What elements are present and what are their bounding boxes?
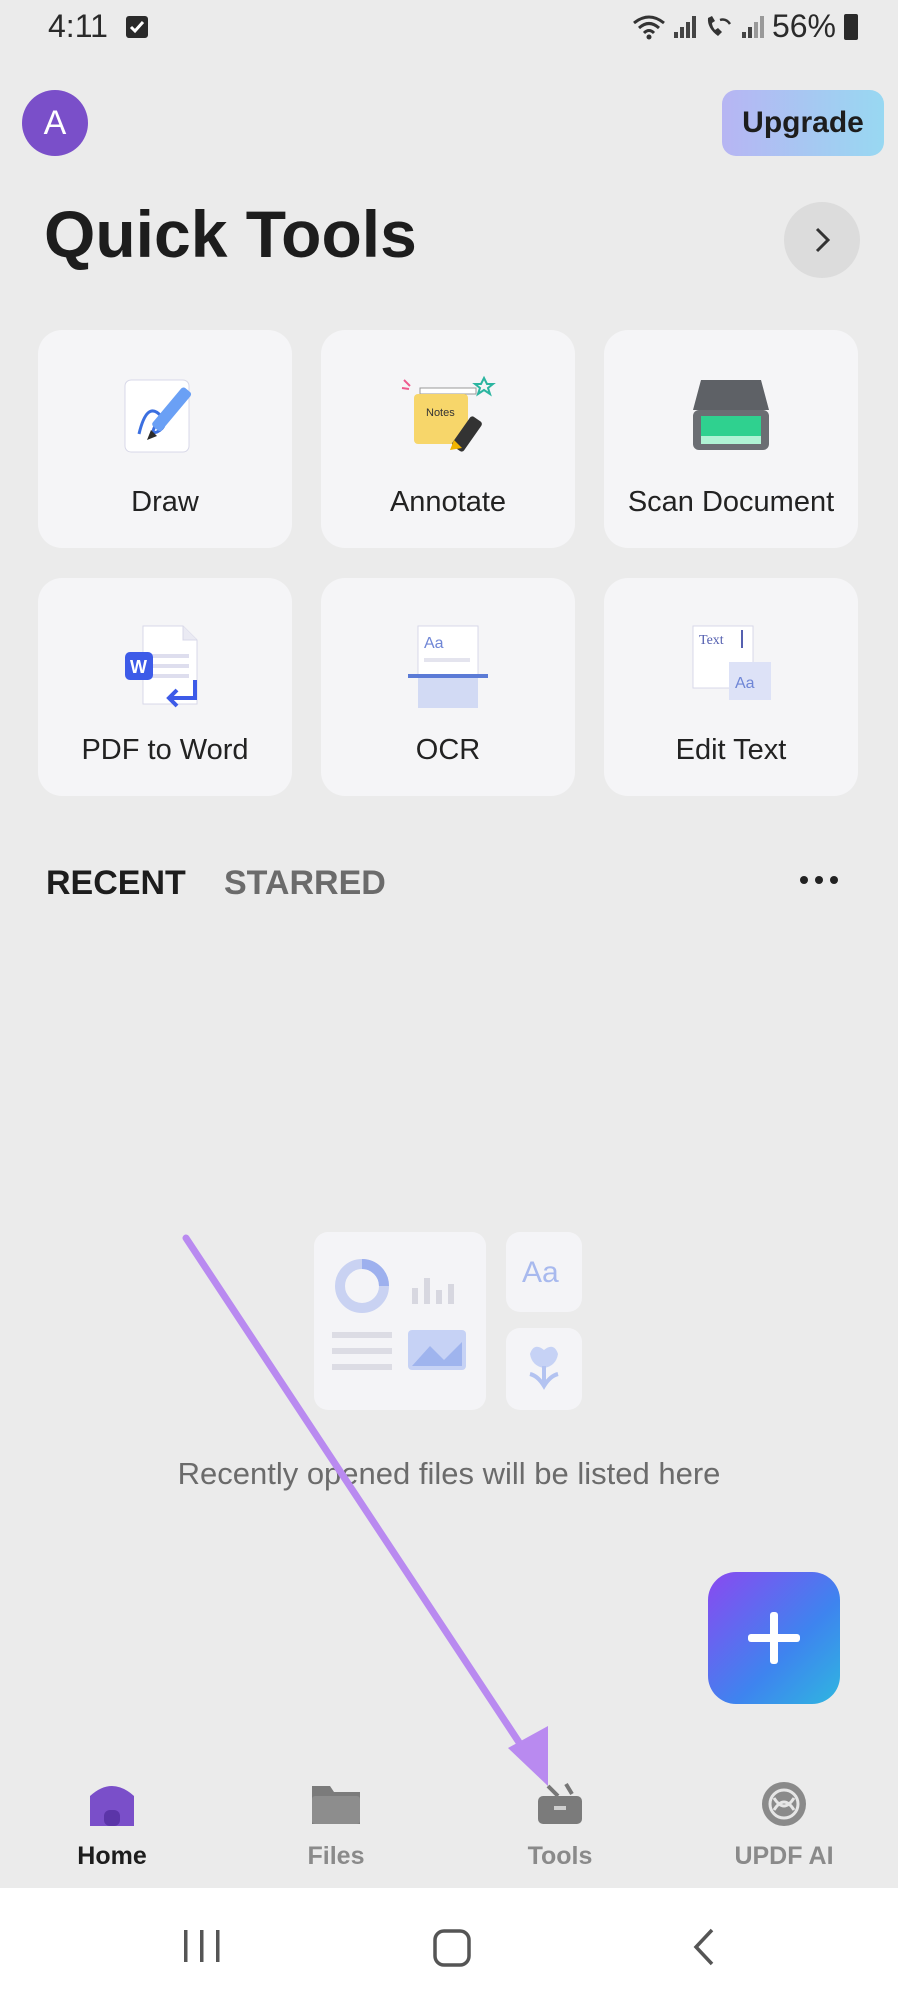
wifi-icon xyxy=(633,15,665,39)
tool-label: PDF to Word xyxy=(81,734,249,766)
quick-tools-more-button[interactable] xyxy=(784,202,860,278)
scanner-icon xyxy=(693,380,769,450)
empty-state-illustration: Aa xyxy=(314,1232,582,1410)
tab-starred[interactable]: STARRED xyxy=(224,864,386,903)
tool-annotate[interactable]: Notes Annotate xyxy=(321,330,575,548)
empty-aa-text: Aa xyxy=(522,1256,559,1289)
page-title: Quick Tools xyxy=(44,197,417,271)
ocr-icon: Aa xyxy=(408,625,488,708)
ai-icon xyxy=(762,1782,806,1826)
back-icon[interactable] xyxy=(688,1926,718,1968)
toolbox-icon xyxy=(538,1782,582,1824)
tool-pdf-to-word[interactable]: W PDF to Word xyxy=(38,578,292,796)
tool-scan-document[interactable]: Scan Document xyxy=(604,330,858,548)
pdf-to-word-icon: W xyxy=(125,625,198,708)
avatar[interactable]: A xyxy=(22,90,88,156)
edit-text-label: Text xyxy=(699,633,724,648)
empty-state-message: Recently opened files will be listed her… xyxy=(177,1456,721,1491)
nav-label: UPDF AI xyxy=(734,1842,834,1870)
tool-label: OCR xyxy=(415,734,481,766)
annotate-icon: Notes xyxy=(401,375,496,452)
ocr-aa-text: Aa xyxy=(424,635,444,652)
system-nav-bar xyxy=(0,1888,898,1999)
nav-label: Tools xyxy=(527,1842,593,1870)
signal-icon xyxy=(673,15,696,38)
nav-label: Home xyxy=(77,1842,147,1870)
home-nav-icon[interactable] xyxy=(432,1928,472,1968)
plus-icon xyxy=(748,1612,800,1664)
battery-icon xyxy=(844,13,858,40)
draw-icon xyxy=(124,379,192,453)
recent-apps-icon[interactable] xyxy=(180,1928,226,1964)
battery-percent: 56% xyxy=(771,8,836,44)
folder-icon xyxy=(312,1786,360,1824)
tab-recent[interactable]: RECENT xyxy=(46,864,186,903)
notification-check-icon xyxy=(126,16,148,38)
nav-label: Files xyxy=(307,1842,365,1870)
status-time: 4:11 xyxy=(48,8,108,44)
tool-label: Scan Document xyxy=(627,486,835,518)
more-options-icon[interactable] xyxy=(800,876,838,884)
nav-files[interactable]: Files xyxy=(224,1776,448,1871)
chevron-right-icon xyxy=(815,227,831,253)
word-badge-text: W xyxy=(130,657,147,677)
tool-label: Annotate xyxy=(389,486,507,518)
tool-edit-text[interactable]: Text Aa Edit Text xyxy=(604,578,858,796)
tool-label: Edit Text xyxy=(675,734,787,766)
tool-label: Draw xyxy=(131,486,199,518)
nav-tools[interactable]: Tools xyxy=(448,1776,672,1871)
wifi-calling-icon xyxy=(707,15,731,36)
tool-ocr[interactable]: Aa OCR xyxy=(321,578,575,796)
status-indicators: 56% xyxy=(632,8,858,45)
edit-aa-text: Aa xyxy=(735,675,755,692)
nav-updf-ai[interactable]: UPDF AI xyxy=(672,1776,896,1871)
upgrade-button[interactable]: Upgrade xyxy=(722,90,884,156)
home-icon xyxy=(90,1786,134,1826)
nav-home[interactable]: Home xyxy=(0,1776,224,1871)
add-button[interactable] xyxy=(708,1572,840,1704)
notes-text: Notes xyxy=(426,407,455,419)
edit-text-icon: Text Aa xyxy=(692,625,771,700)
tool-draw[interactable]: Draw xyxy=(38,330,292,548)
signal-icon-2 xyxy=(741,15,764,38)
